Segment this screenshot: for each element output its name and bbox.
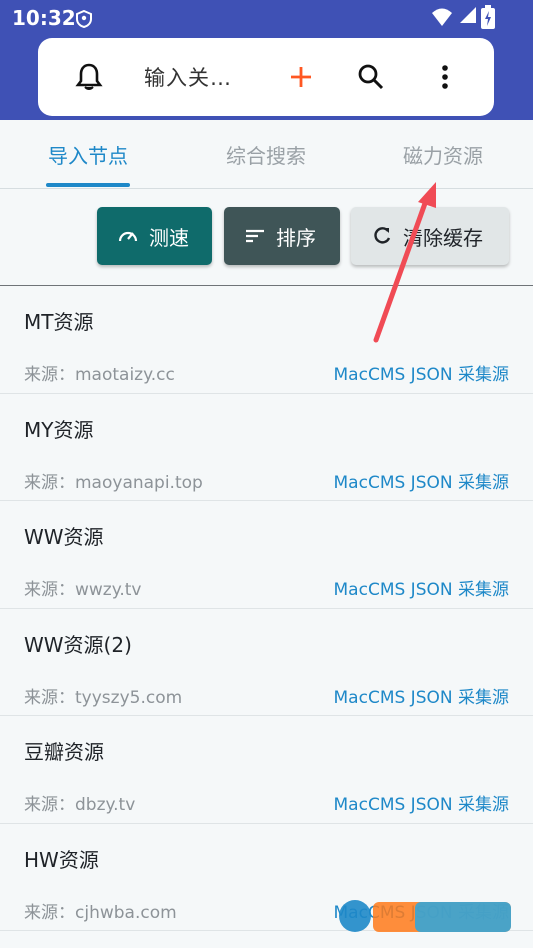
source-type: MacCMS JSON 采集源 <box>333 795 509 815</box>
tab-bar: 导入节点 综合搜索 磁力资源 <box>0 120 533 189</box>
status-bar: 10:32 <box>0 0 533 36</box>
source-name: MY资源 <box>24 417 94 442</box>
source-name: HW资源 <box>24 847 99 872</box>
source-name: MT资源 <box>24 310 94 334</box>
speedometer-icon <box>118 231 138 242</box>
source-origin: 来源：wwzy.tv <box>24 580 142 600</box>
list-item[interactable]: 豆瓣资源 来源：dbzy.tv MacCMS JSON 采集源 <box>0 716 533 824</box>
source-origin: 来源：maoyanapi.top <box>24 472 203 493</box>
bell-icon[interactable] <box>72 60 106 94</box>
battery-charging-icon <box>481 5 495 29</box>
source-type: MacCMS JSON 采集源 <box>333 472 509 493</box>
more-vert-icon[interactable] <box>428 60 462 94</box>
clear-cache-label: 清除缓存 <box>403 225 483 250</box>
source-origin: 来源：tyyszy5.com <box>24 687 183 708</box>
tab-magnet-resources[interactable]: 磁力资源 <box>403 140 483 169</box>
source-name: WW资源 <box>24 525 104 549</box>
signal-icon <box>460 7 476 23</box>
list-item[interactable]: MY资源 来源：maoyanapi.top MacCMS JSON 采集源 <box>0 394 533 501</box>
speed-test-button[interactable]: 测速 <box>97 207 212 265</box>
clear-cache-button[interactable]: 清除缓存 <box>351 207 509 265</box>
sort-icon <box>246 229 264 243</box>
sort-button[interactable]: 排序 <box>224 207 340 265</box>
toolbar-card: 输入关… <box>38 38 494 116</box>
source-origin: 来源：cjhwba.com <box>24 902 177 923</box>
tab-indicator <box>46 183 130 187</box>
list-item[interactable]: WW资源(2) 来源：tyyszy5.com MacCMS JSON 采集源 <box>0 609 533 716</box>
watermark-logo-icon <box>339 900 511 932</box>
source-origin: 来源：maotaizy.cc <box>24 365 175 385</box>
list-item[interactable]: MT资源 来源：maotaizy.cc MacCMS JSON 采集源 <box>0 286 533 394</box>
search-keyword-input[interactable]: 输入关… <box>144 62 232 92</box>
status-time: 10:32 <box>12 6 76 30</box>
sort-label: 排序 <box>276 225 316 250</box>
source-list: MT资源 来源：maotaizy.cc MacCMS JSON 采集源 MY资源… <box>0 286 533 931</box>
action-button-row: 测速 排序 清除缓存 <box>0 189 533 286</box>
search-icon[interactable] <box>354 60 388 94</box>
tab-import-nodes[interactable]: 导入节点 <box>48 140 128 169</box>
source-type: MacCMS JSON 采集源 <box>333 687 509 708</box>
source-type: MacCMS JSON 采集源 <box>333 365 509 385</box>
source-origin: 来源：dbzy.tv <box>24 795 136 815</box>
refresh-icon <box>374 227 391 244</box>
source-name: WW资源(2) <box>24 632 132 657</box>
source-type: MacCMS JSON 采集源 <box>333 580 509 600</box>
shield-icon <box>76 10 92 28</box>
source-name: 豆瓣资源 <box>24 740 104 764</box>
speed-test-label: 测速 <box>149 225 189 250</box>
plus-icon[interactable] <box>284 60 318 94</box>
tab-combined-search[interactable]: 综合搜索 <box>226 140 306 169</box>
wifi-icon <box>432 8 452 26</box>
list-item[interactable]: WW资源 来源：wwzy.tv MacCMS JSON 采集源 <box>0 501 533 609</box>
